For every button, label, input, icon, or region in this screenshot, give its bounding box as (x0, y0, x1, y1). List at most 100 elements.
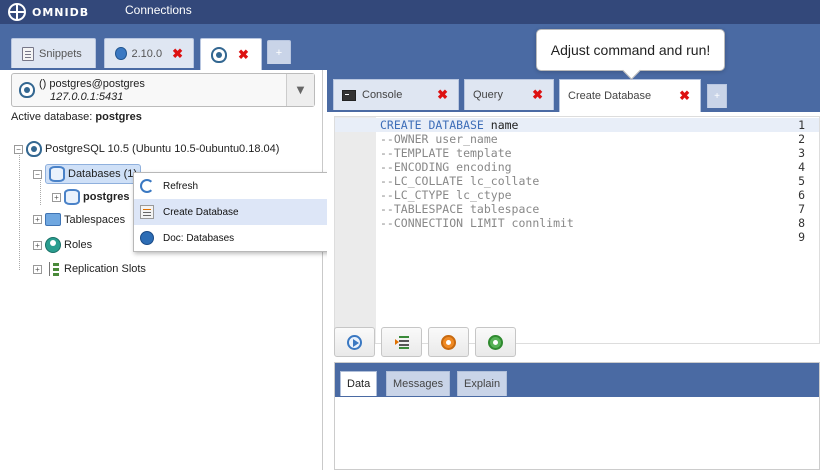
omnidb-logo[interactable]: OMNIDB (8, 3, 89, 21)
tab-label: 2.10.0 (131, 47, 163, 60)
console-icon (342, 89, 356, 101)
postgresql-icon (26, 141, 42, 157)
run-icon (347, 334, 362, 350)
run-button[interactable] (334, 327, 375, 357)
collapse-icon[interactable]: − (14, 144, 23, 154)
close-icon[interactable]: ✖ (172, 46, 183, 62)
code-line: CREATE DATABASE name (380, 118, 518, 132)
tooltip-text: Adjust command and run! (550, 42, 711, 58)
sql-editor[interactable]: 1 2 3 4 5 6 7 8 9 CREATE DATABASE name -… (334, 116, 820, 344)
tree-label: Replication Slots (64, 263, 146, 275)
tab-label: Messages (393, 378, 444, 390)
explain-analyze-button[interactable] (475, 327, 516, 357)
code-line: --ENCODING encoding (380, 160, 512, 174)
tab-label: Data (347, 378, 371, 390)
line-number: 3 (798, 146, 805, 160)
tree-label: PostgreSQL 10.5 (Ubuntu 10.5-0ubuntu0.18… (45, 143, 280, 155)
menu-item-create-database[interactable]: Create Database (134, 199, 334, 225)
close-icon[interactable]: ✖ (437, 87, 448, 103)
expand-icon[interactable]: + (33, 215, 42, 224)
explain-button[interactable] (428, 327, 469, 357)
code-line: --CONNECTION LIMIT connlimit (380, 216, 574, 230)
doc-globe-icon (140, 231, 154, 245)
line-number: 8 (798, 216, 805, 230)
tree-node-databases[interactable]: − Databases (1) (33, 164, 142, 184)
tab-version[interactable]: 2.10.0 ✖ (104, 38, 194, 68)
code-line: --TABLESPACE tablespace (380, 202, 540, 216)
add-icon: + (714, 91, 720, 102)
tree-node-replication-slots[interactable]: + Replication Slots (33, 261, 146, 277)
tree-node-roles[interactable]: + Roles (33, 237, 92, 253)
query-toolbar (334, 326, 820, 360)
tab-explain[interactable]: Explain (457, 371, 508, 396)
tree-connector (19, 155, 20, 270)
add-tab-button[interactable]: + (707, 84, 727, 108)
indent-button[interactable] (381, 327, 422, 357)
code-line: --LC_CTYPE lc_ctype (380, 188, 512, 202)
roles-icon (45, 237, 61, 253)
tab-query[interactable]: Query ✖ (464, 79, 554, 110)
logo-text: OMNIDB (32, 5, 90, 19)
globe-icon (115, 47, 127, 60)
expand-icon[interactable]: + (33, 264, 42, 274)
collapse-icon[interactable]: − (33, 169, 42, 179)
tooltip: Adjust command and run! (536, 29, 725, 71)
replication-icon (45, 261, 61, 277)
left-panel: () postgres@postgres 127.0.0.1:5431 ▼ Ac… (0, 70, 323, 470)
close-icon[interactable]: ✖ (238, 47, 249, 63)
line-number: 9 (798, 230, 805, 244)
connection-select[interactable]: () postgres@postgres 127.0.0.1:5431 ▼ (11, 73, 315, 107)
results-tab-strip: Data Messages Explain (335, 363, 819, 397)
editor-gutter (335, 117, 376, 343)
selected-node[interactable]: Databases (1) (45, 164, 142, 184)
tab-label: Snippets (39, 47, 82, 60)
tree-label: Tablespaces (64, 213, 126, 226)
line-number: 7 (798, 202, 805, 216)
results-panel: Data Messages Explain (334, 362, 820, 470)
explain-icon (441, 334, 456, 350)
omnidb-logo-icon (8, 3, 26, 21)
tree-label: Roles (64, 239, 93, 251)
tree-node-server[interactable]: − PostgreSQL 10.5 (Ubuntu 10.5-0ubuntu0.… (14, 141, 279, 157)
tab-label: Create Database (568, 90, 652, 102)
expand-icon[interactable]: + (33, 240, 42, 250)
menu-item-doc-databases[interactable]: Doc: Databases (134, 225, 334, 251)
add-icon: + (275, 46, 283, 59)
tab-snippets[interactable]: Snippets (11, 38, 96, 68)
nav-connections-link[interactable]: Connections (125, 3, 192, 17)
tree-label: postgres (83, 191, 130, 203)
inner-tab-strip: Console ✖ Query ✖ Create Database ✖ + (327, 70, 820, 112)
active-database-value: postgres (95, 111, 142, 123)
folder-icon (45, 213, 61, 226)
right-panel: Console ✖ Query ✖ Create Database ✖ + 1 … (327, 70, 820, 470)
add-tab-button[interactable]: + (267, 40, 291, 64)
tab-data[interactable]: Data (340, 371, 378, 396)
menu-item-label: Refresh (163, 180, 199, 192)
menu-item-refresh[interactable]: Refresh (134, 173, 334, 199)
chevron-down-icon[interactable]: ▼ (286, 74, 314, 106)
tab-label: Console (362, 89, 403, 101)
close-icon[interactable]: ✖ (532, 87, 543, 103)
document-icon (22, 46, 34, 61)
code-line: --TEMPLATE template (380, 146, 512, 160)
tab-console[interactable]: Console ✖ (333, 79, 459, 110)
create-database-icon (140, 205, 154, 219)
tab-postgres-connection[interactable]: ✖ (200, 38, 262, 70)
tab-messages[interactable]: Messages (386, 371, 451, 396)
expand-icon[interactable]: + (52, 192, 61, 202)
tab-label: Explain (464, 378, 501, 390)
menu-item-label: Create Database (163, 206, 239, 218)
database-icon (64, 189, 80, 205)
active-database: Active database: postgres (11, 111, 142, 123)
tab-create-database[interactable]: Create Database ✖ (559, 79, 701, 112)
indent-icon (394, 335, 409, 349)
tree-node-postgres-db[interactable]: + postgres (52, 189, 129, 205)
postgresql-icon (211, 46, 227, 63)
close-icon[interactable]: ✖ (679, 88, 690, 104)
tree-node-tablespaces[interactable]: + Tablespaces (33, 213, 125, 226)
top-navbar: OMNIDB Connections (0, 0, 820, 24)
menu-item-label: Doc: Databases (163, 232, 235, 244)
explain-analyze-icon (488, 334, 503, 350)
database-icon (49, 166, 65, 182)
connection-host: 127.0.0.1:5431 (50, 91, 124, 103)
